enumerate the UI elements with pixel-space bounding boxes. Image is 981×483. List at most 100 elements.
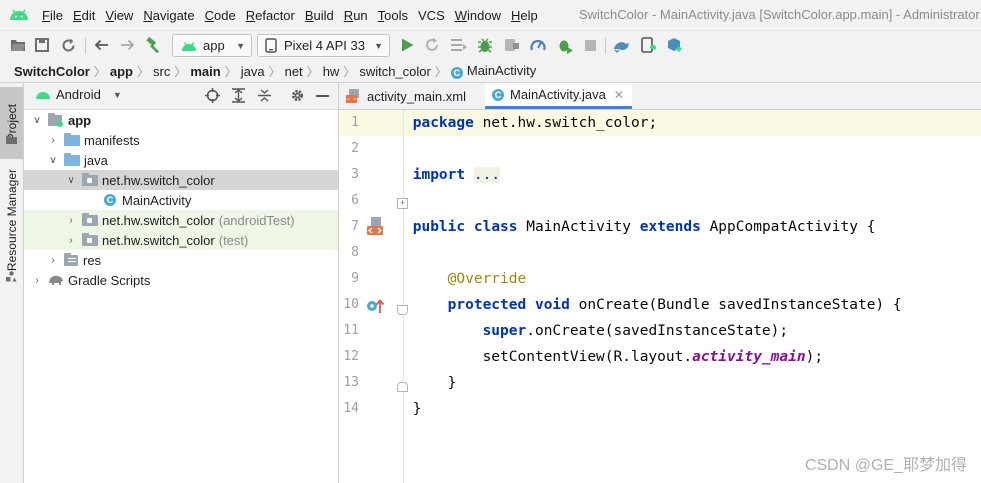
tree-item-package-androidtest[interactable]: › net.hw.switch_color (androidTest) (24, 210, 338, 230)
debug-icon[interactable] (476, 36, 494, 54)
open-folder-icon[interactable] (9, 36, 27, 54)
android-icon (36, 92, 50, 99)
watermark: CSDN @GE_耶梦加得 (804, 457, 967, 474)
tab-mainactivity-java[interactable]: C MainActivity.java ✕ (485, 83, 632, 109)
tree-item-mainactivity[interactable]: C MainActivity (24, 190, 338, 210)
chevron-down-icon: ▼ (374, 40, 383, 51)
forward-icon[interactable] (118, 36, 136, 54)
chevron-right-icon: › (51, 134, 55, 146)
resource-folder-icon (64, 253, 78, 266)
menu-code[interactable]: Code (205, 8, 236, 23)
class-icon: C (104, 194, 116, 206)
code-editor: activity_main.xml C MainActivity.java ✕ … (339, 83, 981, 483)
menu-file[interactable]: File (42, 8, 63, 23)
collapse-all-icon[interactable] (257, 88, 272, 106)
breadcrumb-separator: 〉 (434, 64, 447, 79)
menu-navigate[interactable]: Navigate (143, 8, 194, 23)
menu-tools[interactable]: Tools (378, 8, 408, 23)
breadcrumb-item[interactable]: switch_color (359, 64, 431, 79)
breadcrumb: SwitchColor 〉 app 〉 src 〉 main 〉 java 〉 net 〉 … (0, 60, 981, 83)
menu-build[interactable]: Build (305, 8, 334, 23)
gradle-elephant-icon (49, 275, 63, 285)
line-number: 8 (351, 245, 359, 260)
menu-run[interactable]: Run (344, 8, 368, 23)
breadcrumb-item[interactable]: hw (323, 64, 340, 79)
locate-file-icon[interactable] (205, 88, 220, 106)
menu-view[interactable]: View (105, 8, 133, 23)
line-number: 2 (351, 141, 359, 156)
breadcrumb-item[interactable]: net (285, 64, 303, 79)
project-tool-tab[interactable]: Project (0, 87, 23, 159)
chevron-right-icon: › (51, 254, 55, 266)
coverage-icon[interactable] (556, 36, 574, 54)
stop-icon[interactable] (581, 36, 599, 54)
save-icon[interactable] (33, 36, 51, 54)
attach-debugger-icon[interactable] (503, 36, 521, 54)
override-method-icon[interactable] (366, 298, 386, 317)
tree-item-gradle-scripts[interactable]: › Gradle Scripts (24, 270, 338, 290)
back-icon[interactable] (92, 36, 110, 54)
menu-help[interactable]: Help (511, 8, 538, 23)
tree-item-app[interactable]: ∨ app (24, 110, 338, 130)
tab-activity-main-xml[interactable]: activity_main.xml (339, 83, 476, 109)
package-icon (82, 172, 98, 186)
build-hammer-icon[interactable] (144, 36, 162, 54)
code-line: import ... (412, 167, 501, 183)
code-line: protected void onCreate(Bundle savedInst… (412, 297, 902, 313)
editor-tabs: activity_main.xml C MainActivity.java ✕ (339, 83, 981, 110)
gear-icon[interactable] (290, 88, 305, 106)
project-folder-icon (6, 136, 17, 144)
expand-all-icon[interactable] (231, 88, 246, 106)
layout-file-icon[interactable] (366, 217, 386, 240)
package-icon (82, 232, 98, 246)
close-icon[interactable]: ✕ (614, 88, 624, 102)
line-number: 12 (343, 349, 359, 364)
module-folder-icon (48, 113, 63, 127)
project-panel-header: Android ▼ (24, 83, 338, 110)
sdk-manager-icon[interactable] (665, 36, 683, 54)
android-studio-logo-icon (10, 9, 28, 20)
line-number: 3 (351, 167, 359, 182)
breadcrumb-item[interactable]: src (153, 64, 170, 79)
code-line: public class MainActivity extends AppCom… (412, 219, 876, 235)
device-manager-icon[interactable] (639, 36, 657, 54)
code-area[interactable]: package net.hw.switch_color; import ... … (404, 110, 981, 483)
tree-item-package-main[interactable]: ∨ net.hw.switch_color (24, 170, 338, 190)
breadcrumb-item[interactable]: app (110, 64, 133, 79)
gradle-sync-icon[interactable] (613, 36, 631, 54)
tree-item-manifests[interactable]: › manifests (24, 130, 338, 150)
menu-refactor[interactable]: Refactor (246, 8, 295, 23)
breadcrumb-item[interactable]: SwitchColor (14, 64, 90, 79)
breadcrumb-item[interactable]: java (241, 64, 265, 79)
phone-icon (265, 38, 277, 53)
tree-item-java[interactable]: ∨ java (24, 150, 338, 170)
code-line: package net.hw.switch_color; (404, 110, 981, 136)
view-mode-select[interactable]: Android ▼ (35, 87, 122, 102)
resource-manager-icon (6, 271, 17, 282)
tree-item-res[interactable]: › res (24, 250, 338, 270)
run-config-select[interactable]: app ▼ (172, 34, 252, 57)
sync-icon[interactable] (59, 36, 77, 54)
apply-code-changes-icon[interactable] (450, 36, 468, 54)
breadcrumb-item[interactable]: main (190, 64, 220, 79)
class-icon: C (450, 67, 463, 79)
breadcrumb-separator: 〉 (93, 64, 106, 79)
profile-icon[interactable] (529, 36, 547, 54)
run-icon[interactable] (398, 36, 416, 54)
package-icon (82, 212, 98, 226)
resource-manager-tool-tab[interactable]: Resource Manager (0, 165, 23, 275)
chevron-down-icon: ▼ (236, 40, 245, 51)
breadcrumb-item-current[interactable]: C MainActivity (450, 63, 536, 79)
menu-edit[interactable]: Edit (73, 8, 95, 23)
line-number: 11 (343, 323, 359, 338)
folded-imports[interactable]: ... (473, 167, 501, 183)
tree-item-package-test[interactable]: › net.hw.switch_color (test) (24, 230, 338, 250)
menu-vcs[interactable]: VCS (418, 8, 445, 23)
device-select[interactable]: Pixel 4 API 33 ▼ (257, 34, 390, 57)
hide-panel-icon[interactable] (316, 95, 329, 97)
menu-window[interactable]: Window (455, 8, 501, 23)
apply-changes-icon[interactable] (423, 36, 441, 54)
toolbar-separator (605, 37, 606, 54)
